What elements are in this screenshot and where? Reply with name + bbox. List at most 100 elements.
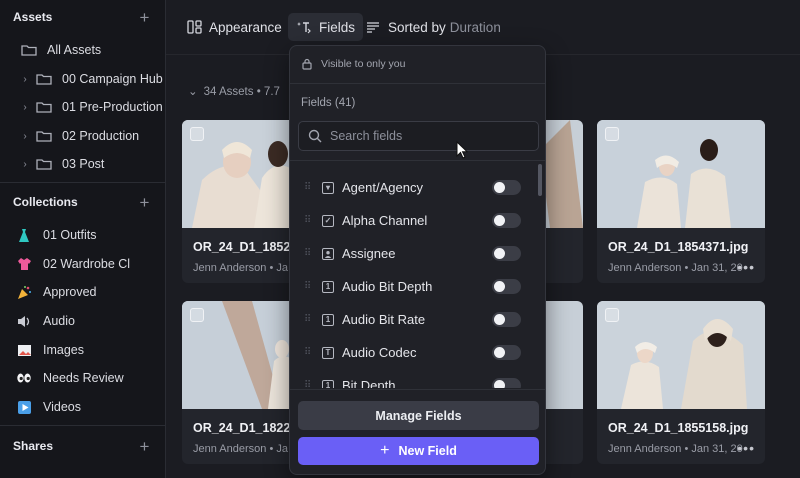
chevron-right-icon[interactable]: › (20, 102, 30, 113)
select-checkbox[interactable] (605, 127, 619, 141)
dropdown-field-icon: ▾ (322, 181, 334, 194)
visibility-toggle[interactable] (492, 180, 521, 195)
sidebar-item-label: 03 Post (62, 157, 105, 171)
manage-fields-button[interactable]: Manage Fields (298, 401, 539, 430)
drag-handle-icon[interactable]: ⠿ (304, 314, 312, 325)
drag-handle-icon[interactable]: ⠿ (304, 182, 312, 193)
add-asset-icon[interactable]: + (138, 9, 151, 26)
text-field-icon: T (322, 346, 334, 359)
select-checkbox[interactable] (190, 308, 204, 322)
assets-count[interactable]: ⌄ 34 Assets • 7.7 (188, 84, 280, 98)
toggle-knob (494, 215, 505, 226)
sidebar: Assets + All Assets › 00 Campaign Hub › … (0, 0, 166, 478)
fields-button[interactable]: Fields (288, 13, 364, 41)
asset-card[interactable] (540, 301, 583, 464)
shirt-icon (15, 255, 33, 273)
sidebar-item-all-assets[interactable]: All Assets (0, 37, 165, 63)
field-row-assignee[interactable]: ⠿ Assignee (290, 237, 536, 270)
field-row-audio-codec[interactable]: ⠿ T Audio Codec (290, 336, 536, 369)
sidebar-item-label: Approved (43, 285, 97, 299)
sidebar-item-label: Videos (43, 400, 81, 414)
asset-thumbnail[interactable] (597, 301, 765, 409)
number-field-icon: 1 (322, 379, 334, 388)
asset-thumbnail[interactable] (597, 120, 765, 228)
field-row-bit-depth[interactable]: ⠿ 1 Bit Depth (290, 369, 536, 388)
add-share-icon[interactable]: + (138, 438, 151, 455)
visibility-toggle[interactable] (492, 312, 521, 327)
field-row-alpha-channel[interactable]: ⠿ ✓ Alpha Channel (290, 204, 536, 237)
speaker-icon (15, 312, 33, 330)
more-options-icon[interactable]: ••• (737, 440, 755, 456)
party-popper-icon (15, 283, 33, 301)
sidebar-item-label: All Assets (47, 43, 102, 57)
folder-icon (36, 158, 52, 170)
sidebar-item-label: Needs Review (43, 371, 124, 385)
asset-card[interactable] (540, 120, 583, 283)
field-label: Assignee (342, 246, 396, 261)
field-label: Audio Codec (342, 345, 417, 360)
fields-panel: Visible to only you Fields (41) ⠿ ▾ Agen… (289, 45, 546, 475)
asset-meta: Jenn Anderson • Ja (193, 443, 288, 455)
asset-name: OR_24_D1_18526 (193, 240, 298, 254)
sort-value: Duration (449, 19, 501, 35)
sidebar-item-approved[interactable]: Approved (0, 279, 165, 305)
sidebar-item-wardrobe[interactable]: 02 Wardrobe Cl (0, 251, 165, 277)
asset-card[interactable]: OR_24_D1_1855158.jpg Jenn Anderson • Jan… (597, 301, 765, 464)
field-row-agent-agency[interactable]: ⠿ ▾ Agent/Agency (290, 171, 536, 204)
chevron-right-icon[interactable]: › (20, 131, 30, 142)
sidebar-divider (0, 182, 166, 183)
sidebar-item-needs-review[interactable]: Needs Review (0, 365, 165, 391)
asset-thumbnail[interactable] (540, 301, 583, 409)
sidebar-item-outfits[interactable]: 01 Outfits (0, 222, 165, 248)
field-row-audio-bit-depth[interactable]: ⠿ 1 Audio Bit Depth (290, 270, 536, 303)
drag-handle-icon[interactable]: ⠿ (304, 215, 312, 226)
visibility-toggle[interactable] (492, 279, 521, 294)
sidebar-item-pre-production[interactable]: › 01 Pre-Production (0, 94, 165, 120)
drag-handle-icon[interactable]: ⠿ (304, 281, 312, 292)
play-icon (15, 398, 33, 416)
asset-card[interactable]: OR_24_D1_1854371.jpg Jenn Anderson • Jan… (597, 120, 765, 283)
sidebar-item-post[interactable]: › 03 Post (0, 151, 165, 177)
layout-icon (187, 20, 202, 34)
sidebar-item-videos[interactable]: Videos (0, 394, 165, 420)
sort-button[interactable]: Sorted by Duration (366, 13, 501, 41)
shares-section-title: Shares (13, 439, 54, 453)
visibility-toggle[interactable] (492, 246, 521, 261)
field-list-scrollbar[interactable] (538, 164, 542, 196)
select-checkbox[interactable] (190, 127, 204, 141)
lock-icon (302, 58, 312, 70)
number-field-icon: 1 (322, 313, 334, 326)
sidebar-item-campaign-hub[interactable]: › 00 Campaign Hub (0, 66, 165, 92)
folder-icon (36, 130, 52, 142)
search-field-box[interactable] (298, 121, 539, 151)
appearance-button[interactable]: Appearance (187, 13, 282, 41)
drag-handle-icon[interactable]: ⠿ (304, 347, 312, 358)
visibility-note: Visible to only you (302, 58, 405, 70)
mouse-cursor-icon (456, 140, 469, 159)
visibility-toggle[interactable] (492, 345, 521, 360)
sidebar-item-production[interactable]: › 02 Production (0, 123, 165, 149)
asset-meta: Jenn Anderson • Jan 31, 20 (608, 262, 743, 274)
visibility-toggle[interactable] (492, 213, 521, 228)
field-label: Agent/Agency (342, 180, 423, 195)
add-collection-icon[interactable]: + (138, 194, 151, 211)
more-options-icon[interactable]: ••• (737, 259, 755, 275)
new-field-button[interactable]: + New Field (298, 437, 539, 465)
sidebar-item-images[interactable]: Images (0, 337, 165, 363)
sidebar-item-label: Images (43, 343, 84, 357)
asset-meta: Jenn Anderson • Ja (193, 262, 288, 274)
field-label: Bit Depth (342, 378, 396, 388)
asset-thumbnail[interactable] (540, 120, 583, 228)
drag-handle-icon[interactable]: ⠿ (304, 248, 312, 259)
sidebar-item-audio[interactable]: Audio (0, 308, 165, 334)
field-label: Alpha Channel (342, 213, 428, 228)
chevron-right-icon[interactable]: › (20, 74, 30, 85)
folder-icon (21, 44, 37, 56)
drag-handle-icon[interactable]: ⠿ (304, 380, 312, 388)
field-row-audio-bit-rate[interactable]: ⠿ 1 Audio Bit Rate (290, 303, 536, 336)
visibility-toggle[interactable] (492, 378, 521, 388)
chevron-right-icon[interactable]: › (20, 159, 30, 170)
search-input[interactable] (330, 129, 520, 143)
select-checkbox[interactable] (605, 308, 619, 322)
plus-icon: + (380, 442, 390, 459)
